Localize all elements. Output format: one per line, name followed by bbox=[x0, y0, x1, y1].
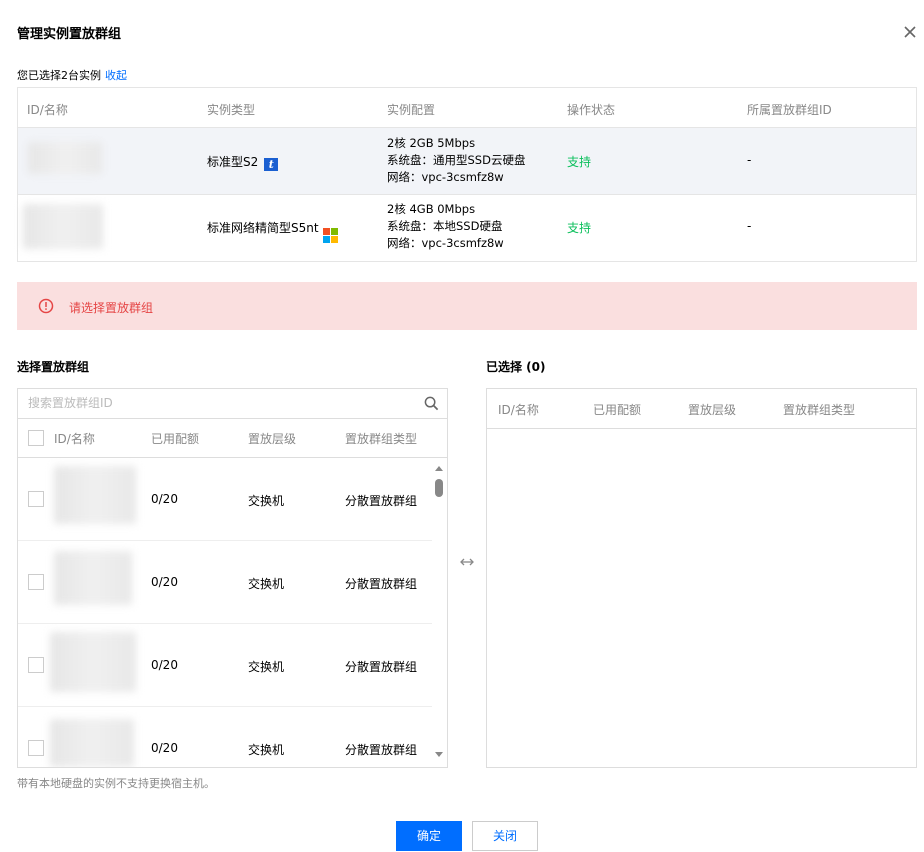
col-id-name: ID/名称 bbox=[27, 103, 68, 117]
instance-type: 标准网络精简型S5nt bbox=[207, 219, 338, 243]
col-group-type: 置放群组类型 bbox=[345, 432, 418, 446]
col-operation-status: 操作状态 bbox=[567, 103, 616, 117]
scroll-down-arrow-icon[interactable] bbox=[435, 752, 443, 757]
selected-table-header: ID/名称 已用配额 置放层级 置放群组类型 bbox=[487, 389, 916, 429]
scrollbar-thumb[interactable] bbox=[435, 479, 443, 497]
instance-id-blurred bbox=[23, 204, 103, 249]
instance-row[interactable]: 标准网络精简型S5nt 2核 4GB 0Mbps 系统盘：本地SSD硬盘 网络：… bbox=[18, 195, 916, 261]
close-button[interactable]: 关闭 bbox=[472, 821, 538, 851]
placement-level: 交换机 bbox=[248, 660, 285, 674]
search-icon[interactable] bbox=[424, 396, 439, 411]
placement-level: 交换机 bbox=[248, 743, 285, 757]
select-all-checkbox[interactable] bbox=[28, 430, 44, 446]
table-row[interactable]: 0/20 交换机 分散置放群组 bbox=[18, 541, 432, 624]
col-placement-level: 置放层级 bbox=[688, 403, 737, 417]
used-quota: 0/20 bbox=[151, 741, 178, 755]
col-placement-level: 置放层级 bbox=[248, 432, 297, 446]
instance-config: 2核 4GB 0Mbps 系统盘：本地SSD硬盘 网络：vpc-3csmfz8w bbox=[387, 202, 504, 250]
group-select-panel: ID/名称 已用配额 置放层级 置放群组类型 0/20 交换机 分散置放群组 0… bbox=[17, 388, 448, 768]
group-type: 分散置放群组 bbox=[345, 494, 418, 508]
row-checkbox[interactable] bbox=[28, 491, 44, 507]
instance-config: 2核 2GB 5Mbps 系统盘：通用型SSD云硬盘 网络：vpc-3csmfz… bbox=[387, 136, 526, 184]
selected-groups-panel: ID/名称 已用配额 置放层级 置放群组类型 bbox=[486, 388, 917, 768]
windows-icon bbox=[322, 228, 338, 243]
instance-table-header: ID/名称 实例类型 实例配置 操作状态 所属置放群组ID bbox=[18, 88, 916, 128]
used-quota: 0/20 bbox=[151, 658, 178, 672]
group-id-blurred bbox=[54, 466, 136, 524]
placement-level: 交换机 bbox=[248, 577, 285, 591]
col-instance-config: 实例配置 bbox=[387, 103, 436, 117]
col-id-name: ID/名称 bbox=[54, 432, 95, 446]
table-row[interactable]: 0/20 交换机 分散置放群组 bbox=[18, 624, 432, 707]
error-alert: 请选择置放群组 bbox=[17, 282, 917, 330]
selection-count-text: 您已选择2台实例 bbox=[17, 69, 101, 82]
col-id-name: ID/名称 bbox=[498, 403, 539, 417]
close-icon[interactable] bbox=[902, 24, 918, 40]
used-quota: 0/20 bbox=[151, 575, 178, 589]
confirm-button[interactable]: 确定 bbox=[396, 821, 462, 851]
placement-level: 交换机 bbox=[248, 494, 285, 508]
group-type: 分散置放群组 bbox=[345, 660, 418, 674]
col-used-quota: 已用配额 bbox=[593, 403, 642, 417]
group-id-blurred bbox=[50, 719, 134, 767]
row-checkbox[interactable] bbox=[28, 740, 44, 756]
row-checkbox[interactable] bbox=[28, 574, 44, 590]
scroll-up-arrow-icon[interactable] bbox=[435, 466, 443, 471]
warning-circle-icon bbox=[38, 298, 54, 314]
group-id-blurred bbox=[50, 632, 136, 692]
used-quota: 0/20 bbox=[151, 492, 178, 506]
instance-table: ID/名称 实例类型 实例配置 操作状态 所属置放群组ID 标准型S2 t 2核 … bbox=[17, 87, 917, 262]
table-row[interactable]: 0/20 交换机 分散置放群组 bbox=[18, 458, 432, 541]
instance-id-blurred bbox=[28, 142, 102, 174]
tencent-os-icon: t bbox=[264, 158, 279, 171]
instance-row[interactable]: 标准型S2 t 2核 2GB 5Mbps 系统盘：通用型SSD云硬盘 网络：vpc… bbox=[18, 128, 916, 195]
row-checkbox[interactable] bbox=[28, 657, 44, 673]
vertical-scrollbar[interactable] bbox=[431, 458, 447, 767]
col-instance-type: 实例类型 bbox=[207, 103, 256, 117]
group-type: 分散置放群组 bbox=[345, 577, 418, 591]
instance-type: 标准型S2 t bbox=[207, 153, 279, 171]
operation-status: 支持 bbox=[567, 155, 592, 169]
col-group-id: 所属置放群组ID bbox=[747, 103, 832, 117]
group-id-blurred bbox=[54, 551, 132, 605]
group-id: - bbox=[747, 219, 752, 233]
selection-info: 您已选择2台实例 收起 bbox=[17, 67, 127, 83]
group-table-body: 0/20 交换机 分散置放群组 0/20 交换机 分散置放群组 0/20 交换机… bbox=[18, 458, 447, 767]
collapse-link[interactable]: 收起 bbox=[105, 69, 127, 82]
search-box bbox=[18, 389, 447, 419]
table-row[interactable]: 0/20 交换机 分散置放群组 bbox=[18, 707, 432, 767]
transfer-arrows-icon bbox=[460, 558, 474, 566]
dialog-title: 管理实例置放群组 bbox=[17, 27, 122, 42]
group-table-header: ID/名称 已用配额 置放层级 置放群组类型 bbox=[18, 419, 447, 458]
alert-text: 请选择置放群组 bbox=[69, 301, 154, 315]
group-id: - bbox=[747, 153, 752, 167]
col-used-quota: 已用配额 bbox=[151, 432, 200, 446]
select-group-title: 选择置放群组 bbox=[17, 360, 90, 374]
col-group-type: 置放群组类型 bbox=[783, 403, 856, 417]
selected-title: 已选择 (0) bbox=[486, 360, 546, 374]
group-type: 分散置放群组 bbox=[345, 743, 418, 757]
local-disk-note: 带有本地硬盘的实例不支持更换宿主机。 bbox=[17, 777, 215, 790]
operation-status: 支持 bbox=[567, 221, 592, 235]
search-input[interactable] bbox=[28, 389, 408, 417]
